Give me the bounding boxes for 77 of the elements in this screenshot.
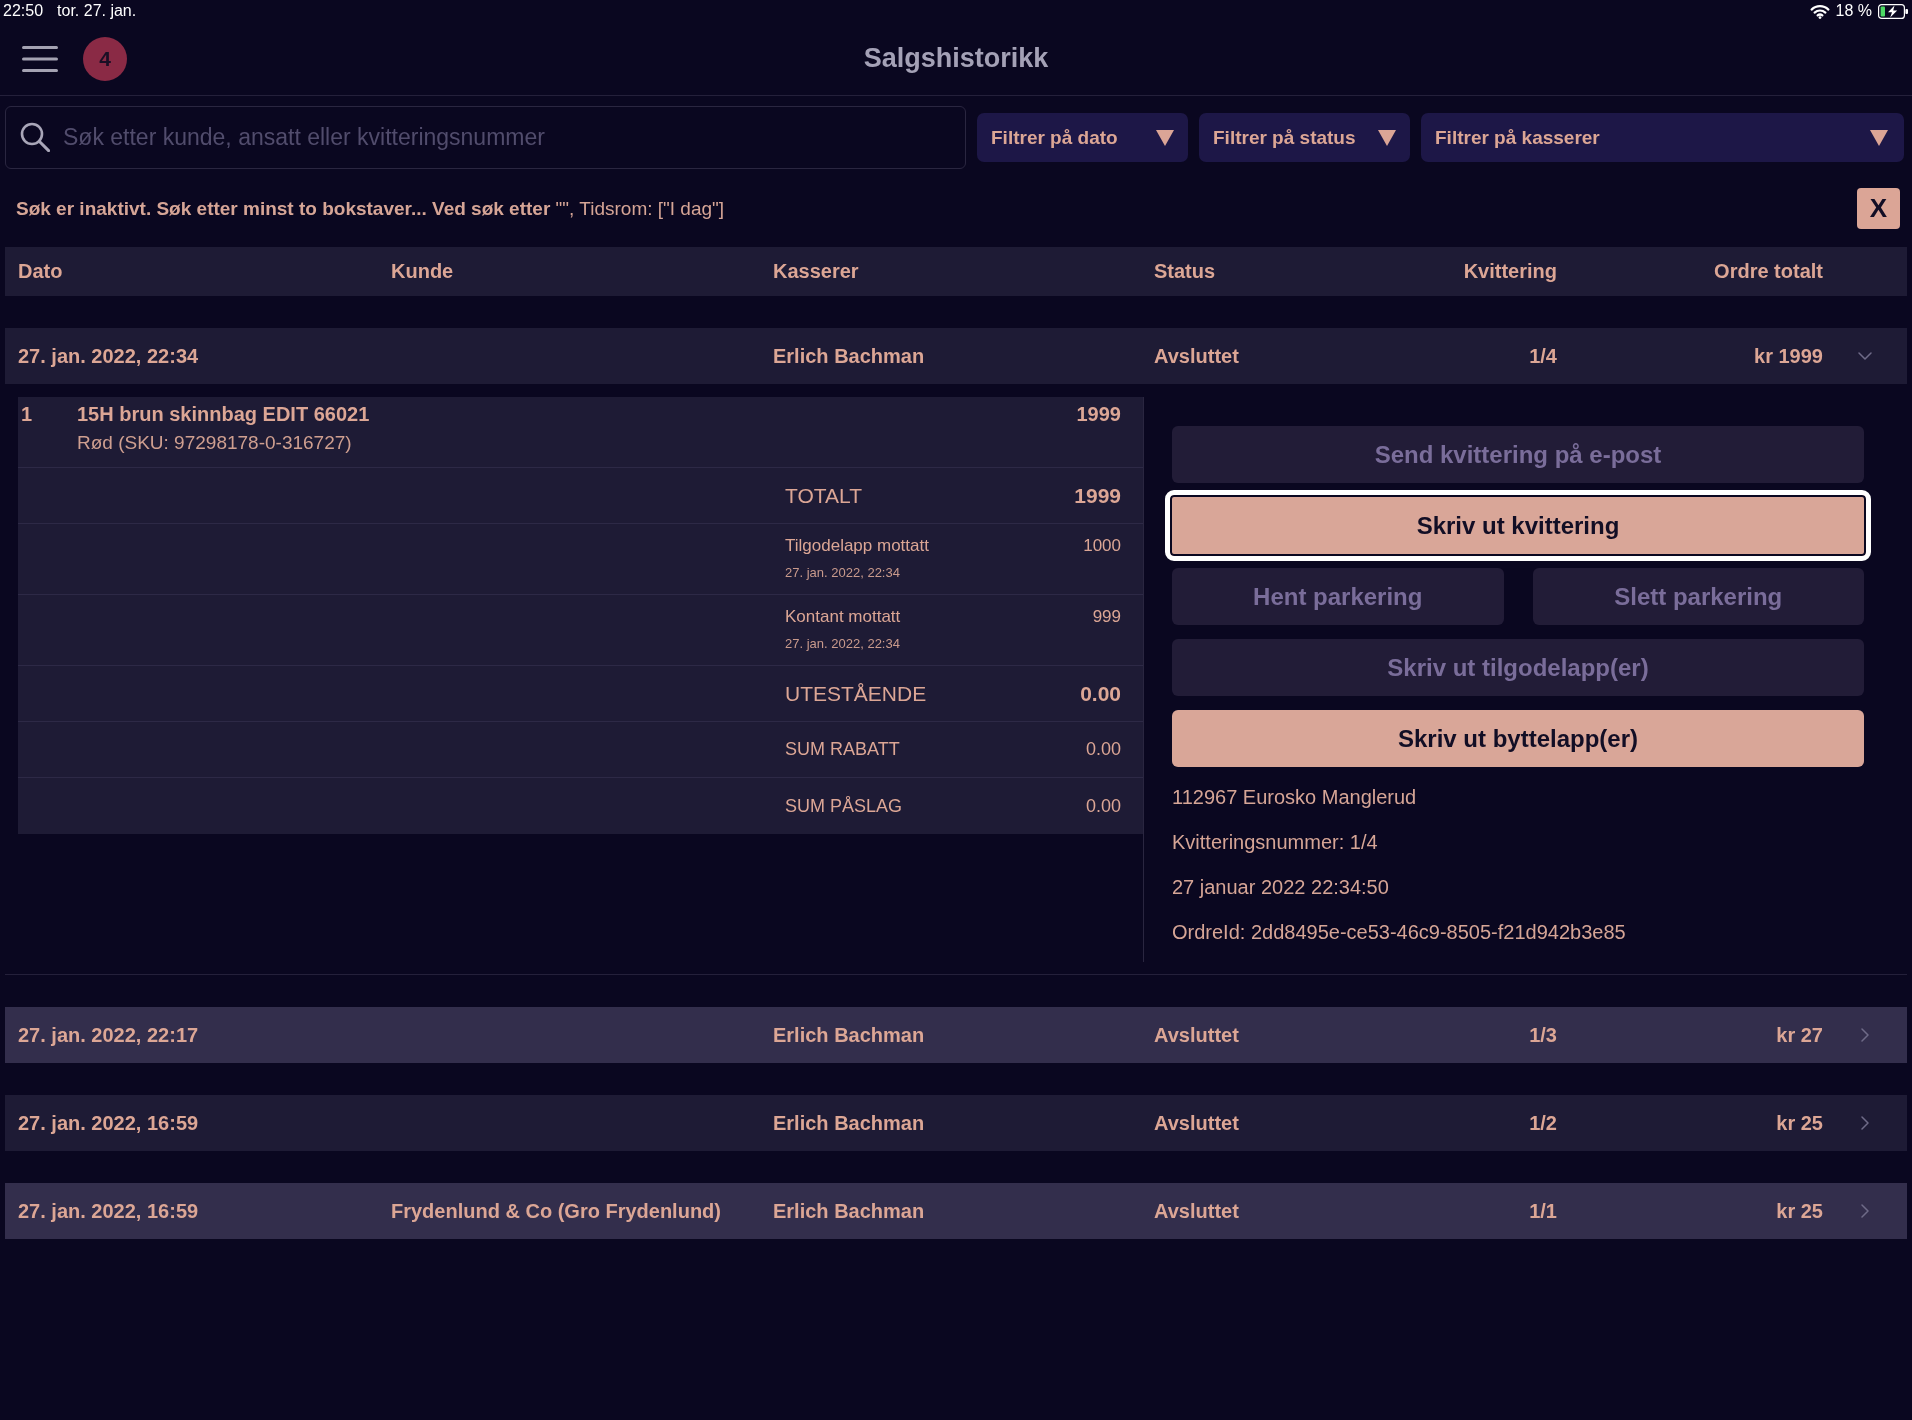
table-cell: 1/1 (1529, 1199, 1557, 1223)
close-button[interactable]: X (1857, 188, 1900, 229)
table-cell: Avsluttet (1154, 1111, 1239, 1135)
table-cell: kr 25 (1776, 1199, 1823, 1223)
table-cell: 27. jan. 2022, 16:59 (18, 1111, 199, 1135)
payment-date: 27. jan. 2022, 22:34 (785, 636, 900, 651)
search-field[interactable]: Søk etter kunde, ansatt eller kvitteringsnummer (5, 106, 966, 169)
product-variant: Rød (SKU: 97298178-0-316727) (77, 432, 352, 454)
table-cell: Avsluttet (1154, 1023, 1239, 1047)
receipt-info-text: 112967 Eurosko Manglerud (1172, 785, 1417, 809)
chevron-down-icon[interactable] (1858, 352, 1872, 360)
table-row[interactable]: 27. jan. 2022, 22:17 Erlich Bachman Avsluttet 1/3 kr 27 (5, 1007, 1907, 1063)
action-button[interactable]: Skriv ut byttelapp(er) (1172, 710, 1864, 767)
payment-date: 27. jan. 2022, 22:34 (785, 565, 900, 580)
table-cell: 27. jan. 2022, 22:17 (18, 1023, 199, 1047)
chevron-right-icon[interactable] (1861, 1028, 1869, 1042)
table-cell: kr 1999 (1754, 344, 1823, 368)
column-header[interactable]: Kvittering (1463, 260, 1557, 283)
summary-label: SUM PÅSLAG (785, 795, 903, 817)
table-cell: Erlich Bachman (773, 1023, 925, 1047)
receipt-info-text: OrdreId: 2dd8495e-ce53-46c9-8505-f21d942b3e85 (1172, 920, 1626, 944)
table-cell: kr 27 (1776, 1023, 1823, 1047)
line-amount: 1999 (1076, 403, 1121, 426)
filter-dropdown[interactable]: Filtrer på dato (977, 113, 1188, 162)
menu-icon[interactable] (22, 45, 58, 72)
chevron-right-icon[interactable] (1861, 1116, 1869, 1130)
summary-value: 0.00 (1085, 739, 1121, 760)
action-button[interactable]: Skriv ut kvittering (1165, 490, 1871, 561)
search-icon (20, 122, 50, 152)
table-cell: Avsluttet (1154, 1199, 1239, 1223)
receipt-info-text: Kvitteringsnummer: 1/4 (1172, 830, 1378, 854)
table-row[interactable]: 27. jan. 2022, 22:34 Erlich Bachman Avsluttet 1/4 kr 1999 (5, 328, 1907, 384)
chevron-right-icon[interactable] (1861, 1204, 1869, 1218)
notification-badge: 4 (83, 36, 127, 81)
wifi-icon (1809, 3, 1830, 19)
column-header[interactable]: Status (1154, 260, 1216, 283)
summary-label: TOTALT (785, 483, 862, 508)
column-header[interactable]: Dato (18, 260, 63, 283)
table-row[interactable]: 27. jan. 2022, 16:59 Frydenlund & Co (Gro Frydenlund) Erlich Bachman Avsluttet 1/1 kr 25 (5, 1183, 1907, 1239)
line-quantity: 1 (21, 403, 34, 426)
table-cell: 27. jan. 2022, 22:34 (18, 344, 199, 368)
filter-dropdown[interactable]: Filtrer på kasserer (1421, 113, 1904, 162)
battery-charging-icon (1878, 3, 1908, 19)
table-cell: 27. jan. 2022, 16:59 (18, 1199, 199, 1223)
table-cell: Erlich Bachman (773, 1111, 925, 1135)
summary-label: SUM RABATT (785, 739, 900, 760)
filter-dropdown[interactable]: Filtrer på status (1199, 113, 1410, 162)
caret-icon (1156, 129, 1174, 146)
table-cell: Frydenlund & Co (Gro Frydenlund) (391, 1199, 721, 1223)
summary-label: Kontant mottatt (785, 607, 901, 627)
search-notice: Søk er inaktivt. Søk etter minst to bokstaver... Ved søk etter "", Tidsrom: ["I dag"] (16, 197, 725, 220)
table-cell: 1/2 (1529, 1111, 1557, 1135)
summary-value: 0.00 (1080, 681, 1121, 706)
table-cell: kr 25 (1776, 1111, 1823, 1135)
summary-value: 999 (1092, 607, 1121, 627)
receipt-info-text: 27 januar 2022 22:34:50 (1172, 875, 1389, 899)
table-cell: 1/3 (1529, 1023, 1557, 1047)
product-name: 15H brun skinnbag EDIT 66021 (77, 403, 370, 426)
column-header[interactable]: Kunde (391, 260, 454, 283)
table-cell: Erlich Bachman (773, 1199, 925, 1223)
column-header[interactable]: Kasserer (773, 260, 859, 283)
table-cell: Erlich Bachman (773, 344, 925, 368)
summary-value: 1999 (1074, 483, 1121, 508)
table-cell: 1/4 (1529, 344, 1557, 368)
page-title: Salgshistorikk (863, 43, 1049, 74)
summary-label: Tilgodelapp mottatt (785, 536, 929, 556)
battery-percentage: 18 % (1835, 2, 1872, 20)
caret-icon (1378, 129, 1396, 146)
caret-icon (1870, 129, 1888, 146)
status-date: tor. 27. jan. (57, 2, 137, 20)
summary-label: UTESTÅENDE (785, 681, 927, 706)
table-row[interactable]: 27. jan. 2022, 16:59 Erlich Bachman Avsluttet 1/2 kr 25 (5, 1095, 1907, 1151)
table-cell: Avsluttet (1154, 344, 1239, 368)
summary-value: 0.00 (1085, 795, 1121, 817)
summary-value: 1000 (1083, 536, 1121, 556)
column-header[interactable]: Ordre totalt (1714, 260, 1823, 283)
status-time: 22:50 (3, 2, 44, 20)
